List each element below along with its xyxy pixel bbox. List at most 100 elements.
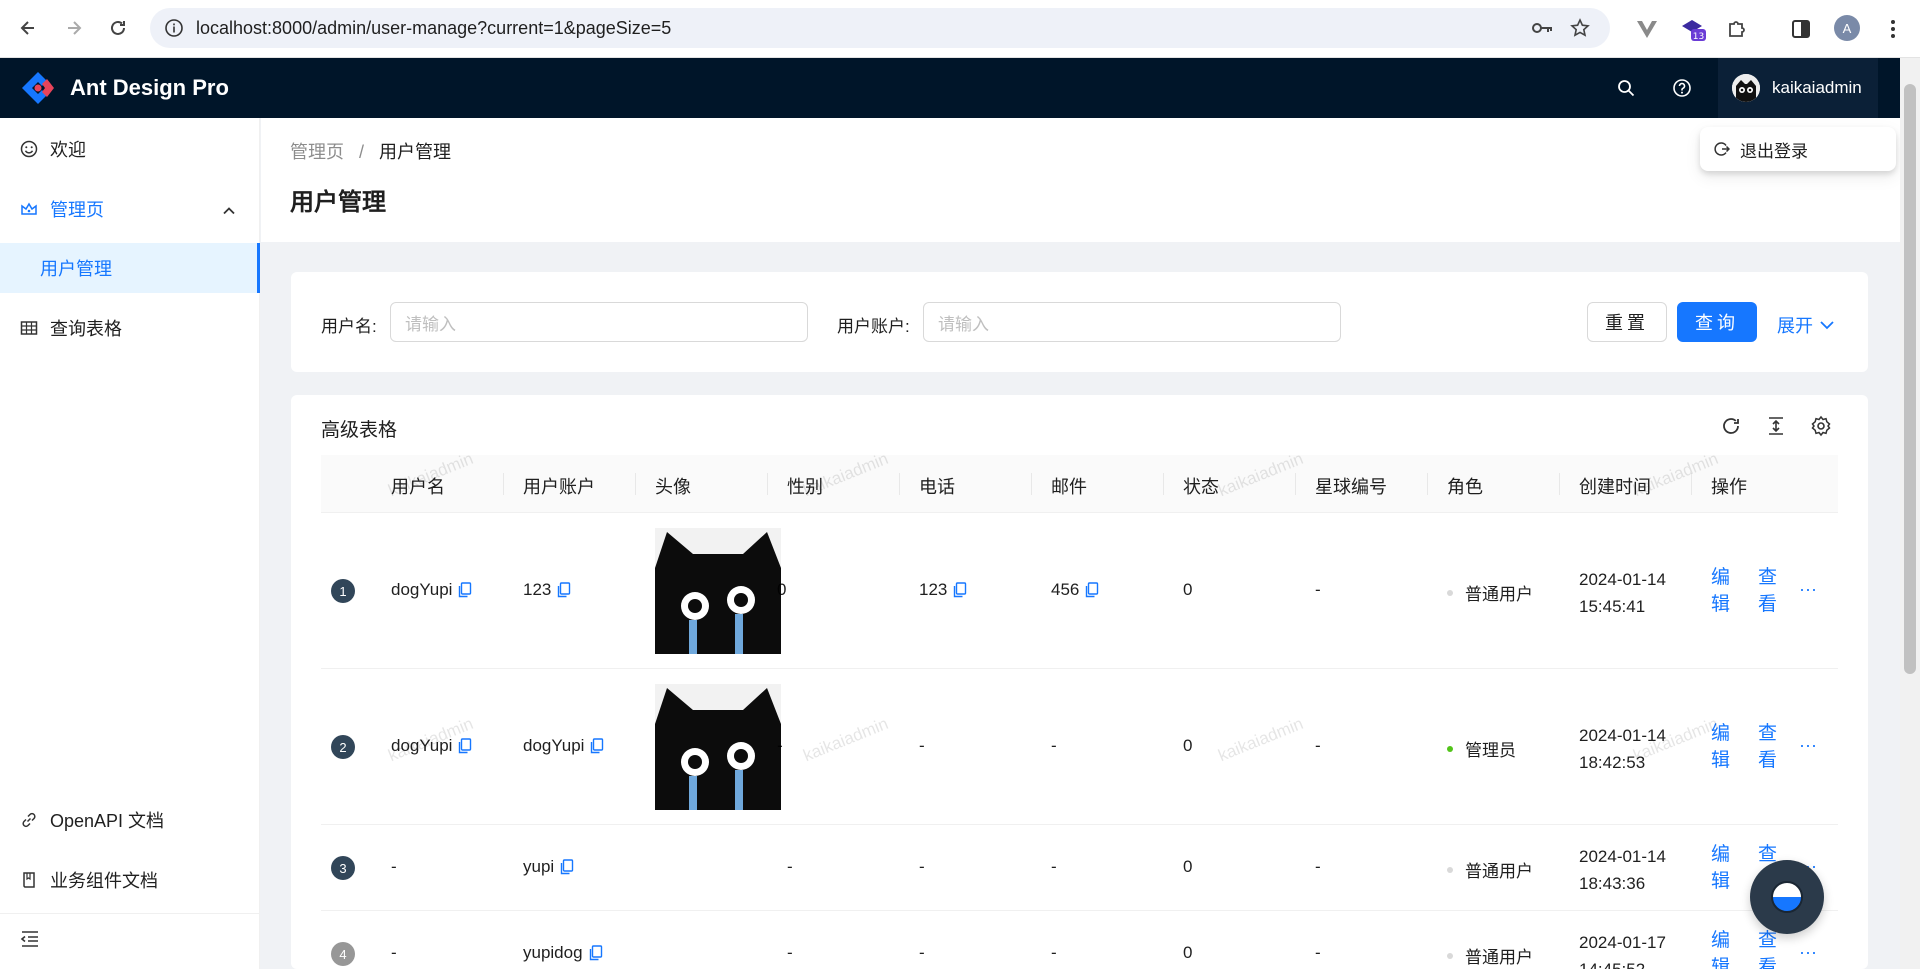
help-icon[interactable] — [1670, 76, 1694, 100]
profile-avatar[interactable]: A — [1834, 15, 1860, 41]
search-form: 用户名: 请输入 用户账户: 请输入 重置 查询 展开 — [291, 272, 1868, 372]
edit-link[interactable]: 编辑 — [1711, 841, 1733, 895]
cell-gender: 0 — [777, 580, 786, 600]
role-status-dot — [1447, 745, 1453, 752]
copy-icon[interactable] — [557, 582, 571, 598]
cell-text: - — [1315, 943, 1321, 962]
cell-phone: - — [919, 736, 925, 756]
key-icon[interactable] — [1530, 18, 1554, 43]
copy-icon[interactable] — [458, 582, 472, 598]
breadcrumb-current: 用户管理 — [379, 142, 452, 162]
sidebar-item-query-table[interactable]: 查询表格 — [0, 303, 260, 353]
brand-title[interactable]: Ant Design Pro — [70, 75, 229, 101]
username-label: 用户名: — [321, 317, 377, 336]
column-header[interactable]: 电话 — [919, 473, 955, 499]
scrollbar-thumb[interactable] — [1904, 84, 1916, 674]
puzzle-icon[interactable] — [1722, 14, 1752, 44]
cell-text: 普通用户 — [1465, 862, 1533, 881]
column-header[interactable]: 头像 — [655, 473, 691, 499]
forward-icon[interactable] — [60, 14, 88, 42]
back-icon[interactable] — [14, 14, 42, 42]
logout-menu-item[interactable]: 退出登录 — [1740, 137, 1808, 162]
reload-table-icon[interactable] — [1718, 413, 1744, 439]
page-scrollbar[interactable] — [1900, 58, 1920, 969]
username-input[interactable]: 请输入 — [390, 302, 808, 342]
copy-icon[interactable] — [458, 738, 472, 754]
more-actions-icon[interactable]: ··· — [1799, 579, 1817, 600]
address-bar[interactable]: localhost:8000/admin/user-manage?current… — [150, 8, 1610, 48]
column-header[interactable]: 角色 — [1447, 473, 1483, 499]
column-header: 操作 — [1711, 477, 1747, 497]
sidebar-item-label: 管理页 — [50, 200, 104, 220]
sidebar-item-admin[interactable]: 管理页 — [0, 184, 260, 234]
cell-gender: - — [787, 857, 793, 877]
column-header[interactable]: 状态 — [1183, 473, 1219, 499]
sidebar-item-label: 欢迎 — [50, 140, 86, 160]
column-header[interactable]: 星球编号 — [1315, 473, 1387, 499]
account-input[interactable]: 请输入 — [923, 302, 1341, 342]
star-icon[interactable] — [1570, 18, 1590, 43]
cell-status: 0 — [1183, 943, 1192, 963]
cell-text: - — [787, 943, 793, 962]
menu-fold-icon[interactable] — [20, 930, 40, 953]
advanced-table-card: 高级表格 用户名 用户账户 头像 性别 电话 邮件 状态 星球编号 角色 创建时… — [291, 395, 1868, 969]
cell-text: 0 — [1183, 857, 1193, 876]
column-height-icon[interactable] — [1763, 413, 1789, 439]
cell-time: 18:42:53 — [1579, 753, 1646, 772]
extension-badge-icon[interactable]: 13 — [1678, 14, 1708, 44]
cell-gender: - — [777, 736, 783, 756]
sidebar-item-user-manage[interactable]: 用户管理 — [0, 243, 260, 293]
cell-account: 123 — [523, 580, 571, 600]
reload-icon[interactable] — [104, 14, 132, 42]
more-actions-icon[interactable]: ··· — [1799, 942, 1817, 963]
sidebar-item-label: 业务组件文档 — [50, 871, 158, 891]
svg-text:13: 13 — [1693, 32, 1704, 42]
user-avatar-image[interactable] — [655, 684, 781, 810]
breadcrumb-item[interactable]: 管理页 — [290, 142, 344, 162]
view-link[interactable]: 查看 — [1758, 927, 1780, 969]
copy-icon[interactable] — [1085, 582, 1099, 598]
view-link[interactable]: 查看 — [1758, 720, 1780, 774]
query-button[interactable]: 查询 — [1677, 302, 1757, 342]
site-info-icon[interactable] — [164, 18, 184, 43]
vue-extension-icon[interactable] — [1632, 14, 1662, 44]
cell-account: dogYupi — [523, 736, 604, 756]
view-link[interactable]: 查看 — [1758, 564, 1780, 618]
expand-button[interactable]: 展开 — [1777, 312, 1835, 338]
side-panel-icon[interactable] — [1786, 14, 1816, 44]
search-icon[interactable] — [1614, 76, 1638, 100]
column-header[interactable]: 用户名 — [391, 473, 445, 499]
copy-icon[interactable] — [590, 738, 604, 754]
copy-icon[interactable] — [560, 859, 574, 875]
cell-date: 2024-01-17 — [1579, 933, 1666, 952]
cell-text: 0 — [1183, 736, 1193, 755]
column-header[interactable]: 性别 — [787, 473, 823, 499]
reset-button[interactable]: 重置 — [1587, 302, 1667, 342]
column-header[interactable]: 用户账户 — [523, 473, 595, 499]
ant-design-logo-icon[interactable] — [20, 70, 56, 106]
floating-assistant-button[interactable] — [1750, 860, 1824, 934]
sidebar-item-openapi[interactable]: OpenAPI 文档 — [0, 795, 260, 845]
edit-link[interactable]: 编辑 — [1711, 927, 1733, 969]
user-menu-trigger[interactable]: kaikaiadmin — [1718, 58, 1878, 118]
cell-phone: 123 — [919, 580, 967, 600]
sidebar-item-component-docs[interactable]: 业务组件文档 — [0, 855, 260, 905]
link-icon — [20, 811, 38, 829]
column-header[interactable]: 邮件 — [1051, 473, 1087, 499]
cell-status: 0 — [1183, 736, 1192, 756]
column-header[interactable]: 创建时间 — [1579, 473, 1651, 499]
logout-icon — [1714, 141, 1730, 157]
cell-status: 0 — [1183, 857, 1192, 877]
cell-text: 0 — [1183, 580, 1193, 599]
column-divider — [1559, 473, 1560, 495]
edit-link[interactable]: 编辑 — [1711, 720, 1733, 774]
copy-icon[interactable] — [589, 945, 603, 961]
user-avatar-image[interactable] — [655, 528, 781, 654]
setting-icon[interactable] — [1808, 413, 1834, 439]
copy-icon[interactable] — [953, 582, 967, 598]
more-actions-icon[interactable]: ··· — [1799, 735, 1817, 756]
edit-link[interactable]: 编辑 — [1711, 564, 1733, 618]
sidebar-item-welcome[interactable]: 欢迎 — [0, 124, 260, 174]
cell-text: - — [919, 736, 925, 755]
more-vert-icon[interactable] — [1878, 14, 1908, 44]
